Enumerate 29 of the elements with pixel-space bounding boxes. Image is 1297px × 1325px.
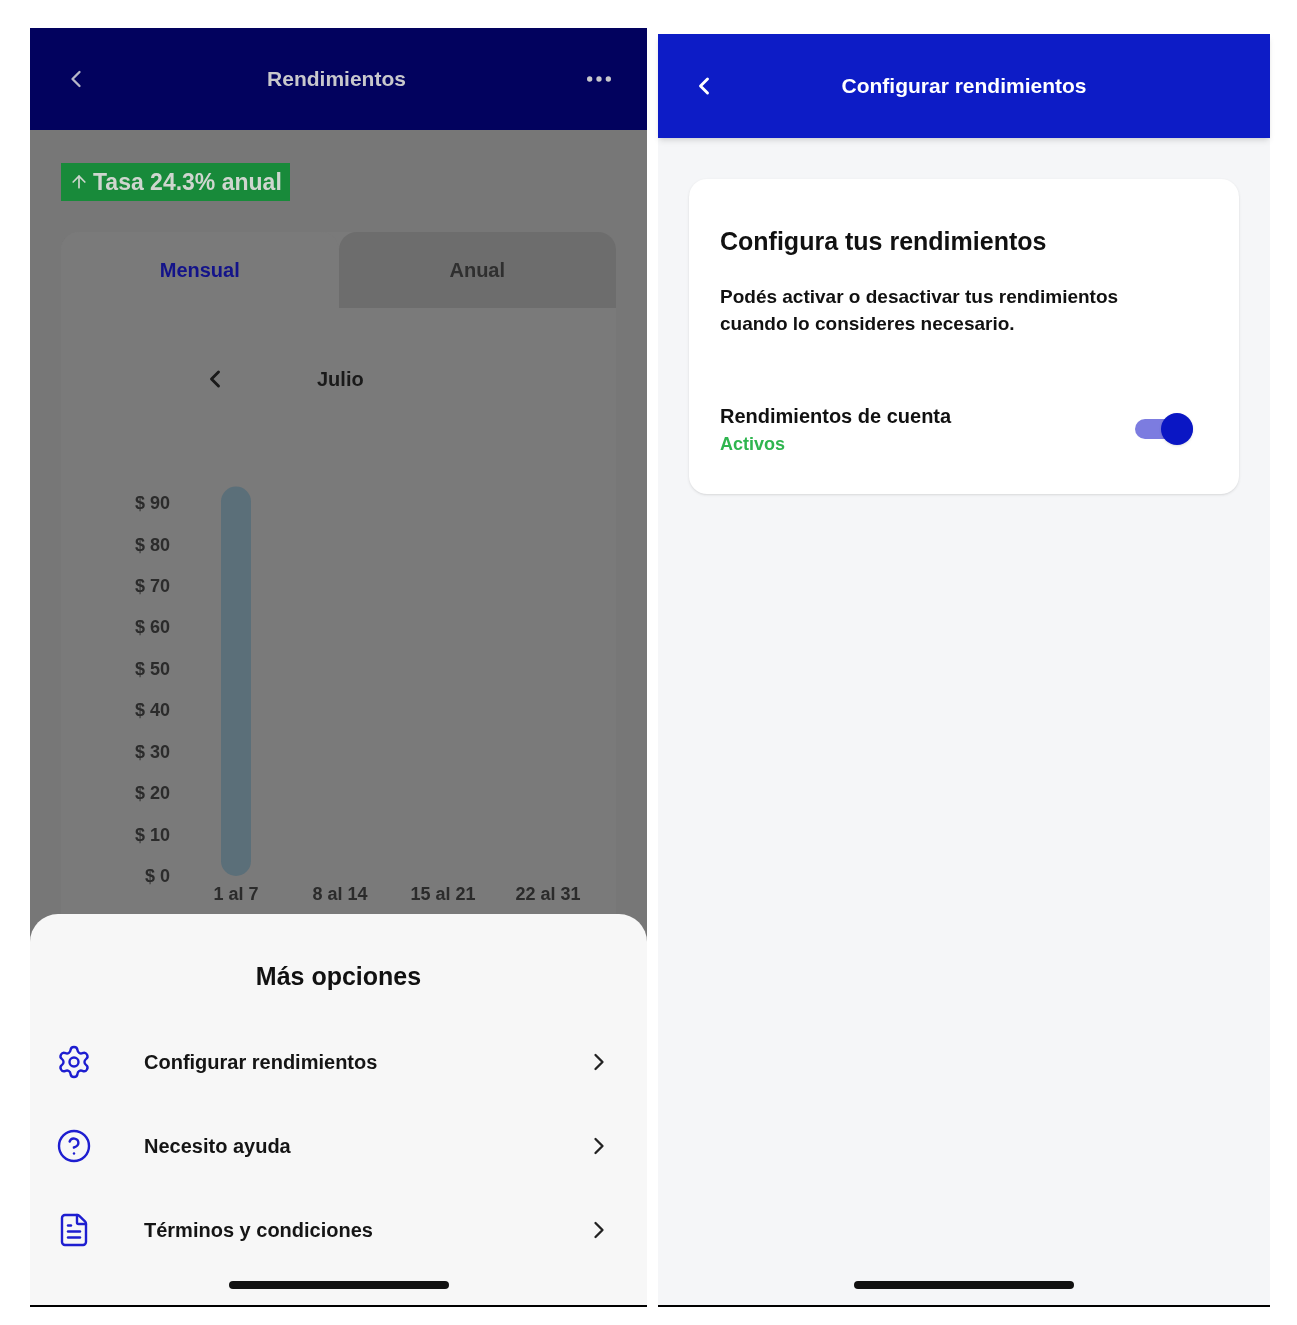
gear-icon <box>56 1043 92 1080</box>
y-axis-label: $ 10 <box>134 824 170 845</box>
y-axis-label: $ 60 <box>134 617 170 638</box>
card-description: Podés activar o desactivar tus rendimientos cuando lo consideres necesario. <box>720 284 1120 336</box>
y-axis-label: $ 40 <box>134 700 170 721</box>
y-axis-label: $ 20 <box>134 783 170 804</box>
y-axis-label: $ 80 <box>134 534 170 555</box>
x-axis-label: 22 al 31 <box>515 884 581 904</box>
toggle-switch[interactable] <box>1135 412 1193 446</box>
help-icon <box>56 1127 92 1164</box>
y-axis-label: $ 30 <box>134 741 170 762</box>
menu-item[interactable]: Términos y condiciones <box>30 1187 647 1272</box>
y-axis-label: $ 0 <box>144 866 170 886</box>
x-axis-label: 8 al 14 <box>312 884 368 904</box>
menu-item[interactable]: Configurar rendimientos <box>30 1019 647 1104</box>
menu-item[interactable]: Necesito ayuda <box>30 1103 647 1188</box>
month-label: Julio <box>317 367 364 392</box>
x-axis-label: 1 al 7 <box>213 884 259 904</box>
x-axis-label: 15 al 21 <box>410 884 476 904</box>
rate-text: Tasa 24.3% anual <box>93 167 282 197</box>
y-axis-label: $ 90 <box>134 493 170 514</box>
card-title: Configura tus rendimientos <box>720 226 1048 257</box>
setting-label: Rendimientos de cuenta <box>720 403 953 429</box>
header-title: Rendimientos <box>266 66 407 93</box>
header-title: Configurar rendimientos <box>840 73 1088 100</box>
setting-status: Activos <box>720 432 787 456</box>
y-axis-label: $ 70 <box>134 575 170 596</box>
sheet-title: Más opciones <box>255 961 422 992</box>
y-axis-label: $ 50 <box>134 658 170 679</box>
